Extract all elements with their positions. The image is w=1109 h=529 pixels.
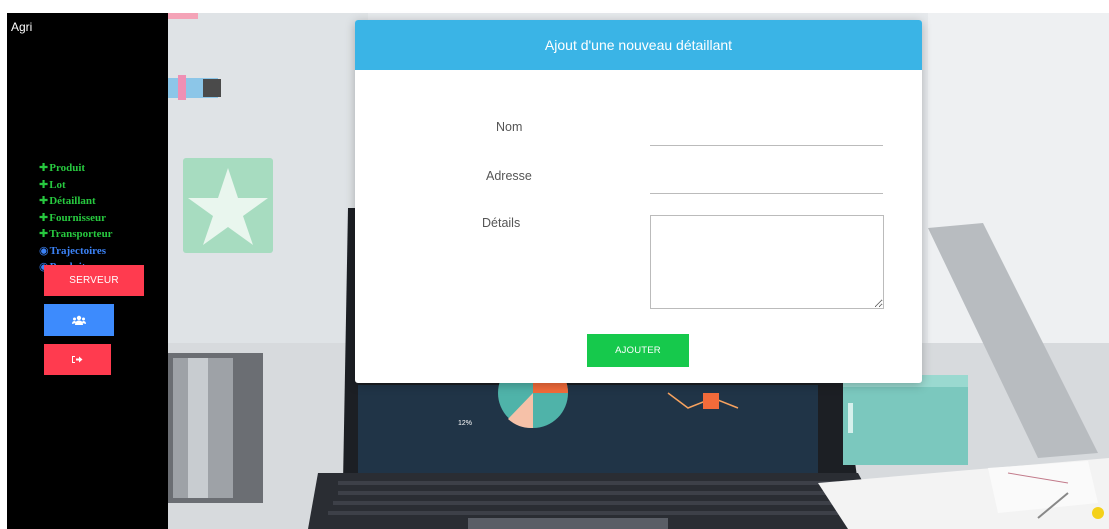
- sidebar-item-label: Trajectoires: [49, 244, 107, 257]
- plus-icon: ✚: [39, 177, 49, 191]
- serveur-button[interactable]: SERVEUR: [44, 265, 144, 296]
- plus-icon: ✚: [39, 227, 49, 240]
- plus-icon: ✚: [39, 194, 49, 207]
- plus-icon: ✚: [39, 210, 49, 224]
- sidebar-item-add-detaillant[interactable]: ✚Détaillant: [39, 193, 113, 210]
- sidebar-item-label: Produit: [49, 162, 86, 174]
- sidebar-item-add-fournisseur[interactable]: ✚Fournisseur: [39, 210, 113, 227]
- sidebar-item-add-transporteur[interactable]: ✚Transporteur: [39, 226, 113, 243]
- modal-header: Ajout d'une nouveau détaillant: [355, 20, 922, 70]
- sidebar-item-label: Fournisseur: [49, 211, 107, 224]
- sign-out-icon: [72, 356, 83, 363]
- page: 12% Agri ✚Produit ✚Lot ✚Détaillant ✚Four…: [0, 0, 1109, 529]
- add-detaillant-modal: Ajout d'une nouveau détaillant Nom Adres…: [355, 20, 922, 383]
- users-icon: [72, 315, 86, 325]
- eye-icon: ◉: [39, 243, 49, 257]
- plus-icon: ✚: [39, 161, 49, 174]
- chart-percent-label: 12%: [458, 420, 472, 427]
- details-textarea[interactable]: [650, 215, 884, 309]
- modal-title: Ajout d'une nouveau détaillant: [544, 37, 733, 53]
- ajouter-button[interactable]: AJOUTER: [587, 334, 689, 367]
- sidebar-item-add-lot[interactable]: ✚Lot: [39, 177, 113, 194]
- details-label: Détails: [482, 216, 521, 230]
- nom-label: Nom: [496, 120, 523, 134]
- sidebar-item-add-produit[interactable]: ✚Produit: [39, 160, 113, 177]
- sidebar-item-view-trajectoires[interactable]: ◉Trajectoires: [39, 243, 113, 260]
- sidebar-item-label: Détaillant: [49, 195, 96, 207]
- nom-field[interactable]: [650, 129, 883, 146]
- adresse-field[interactable]: [650, 177, 883, 194]
- logout-button[interactable]: [44, 344, 111, 375]
- sidebar-item-label: Lot: [49, 178, 66, 191]
- users-button[interactable]: [44, 304, 114, 336]
- brand-name: Agri: [11, 20, 33, 34]
- sidebar-item-label: Transporteur: [49, 228, 113, 240]
- sidebar-nav: ✚Produit ✚Lot ✚Détaillant ✚Fournisseur ✚…: [39, 160, 113, 276]
- adresse-label: Adresse: [486, 169, 532, 183]
